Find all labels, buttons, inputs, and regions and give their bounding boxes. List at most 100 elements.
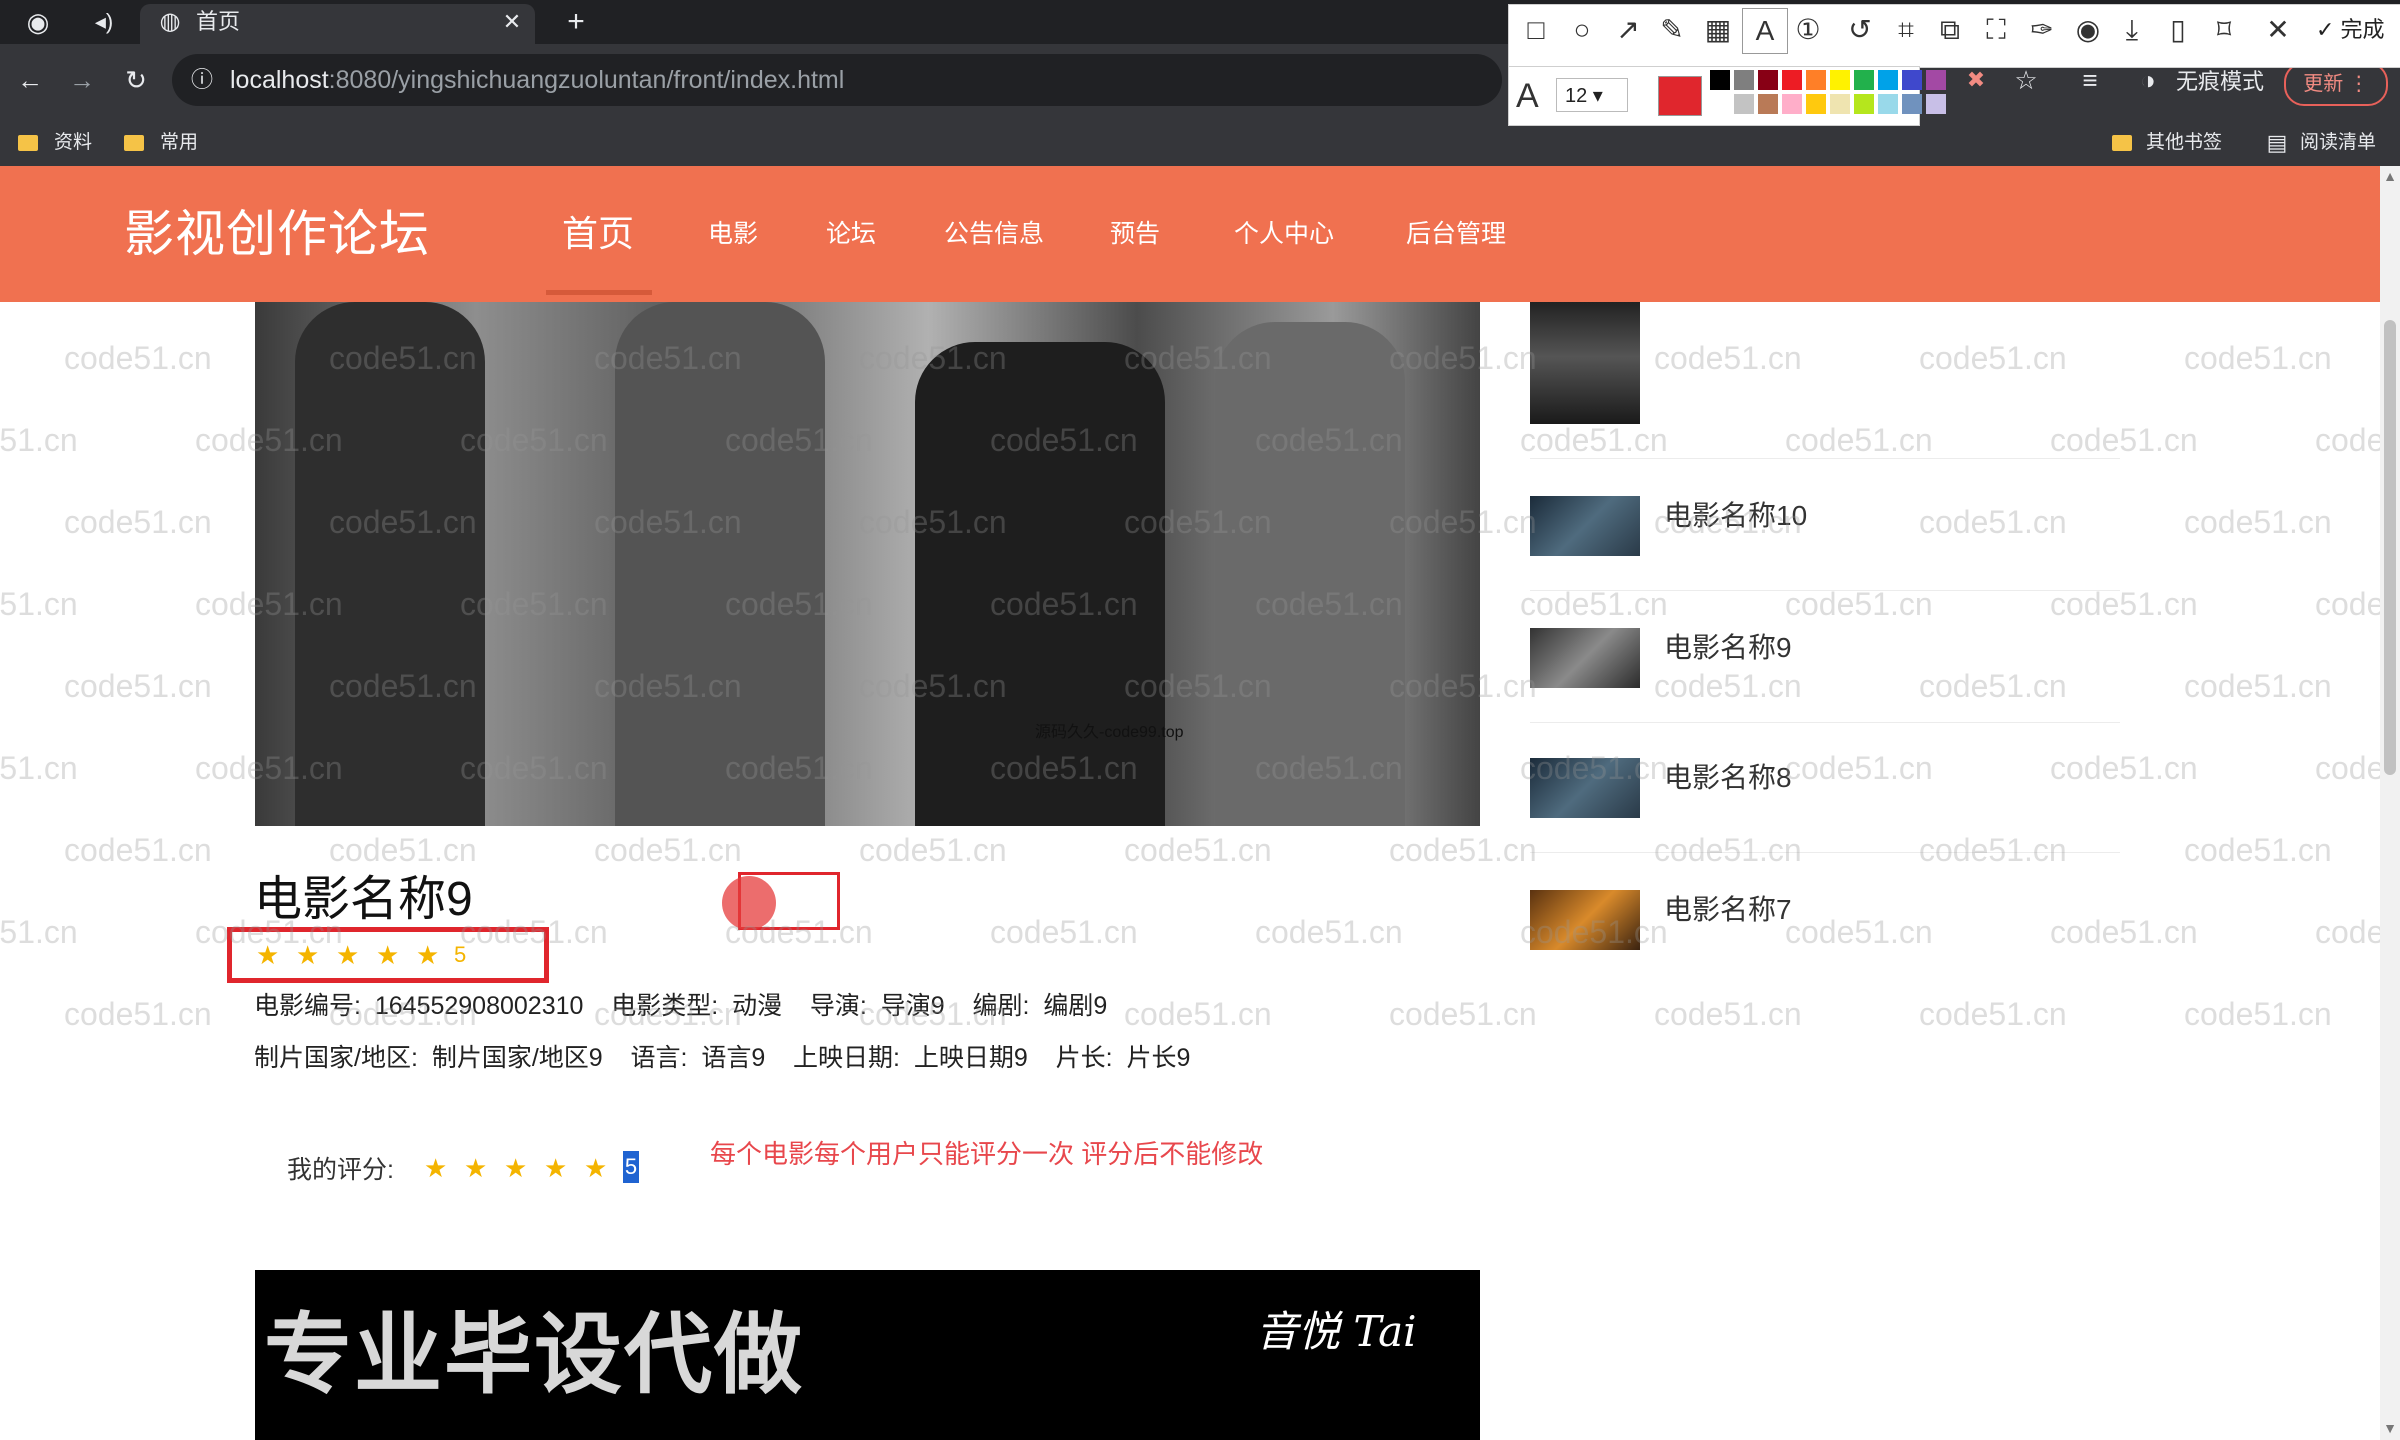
scroll-down-icon[interactable]: ▼ bbox=[2382, 1420, 2398, 1436]
info-icon[interactable]: ⓘ bbox=[184, 58, 220, 102]
sidebar-thumbnail[interactable] bbox=[1530, 302, 1640, 424]
nav-home[interactable]: 首页 bbox=[562, 166, 634, 302]
color-swatch[interactable] bbox=[1710, 94, 1730, 114]
tab-title[interactable]: 首页 bbox=[196, 0, 240, 44]
nav-active-indicator bbox=[546, 290, 652, 295]
color-swatch[interactable] bbox=[1902, 70, 1922, 90]
sidebar-thumbnail[interactable] bbox=[1530, 628, 1640, 688]
audio-icon[interactable]: ◂) bbox=[84, 0, 124, 44]
my-rating-star[interactable]: ★ bbox=[424, 1150, 447, 1186]
color-swatch[interactable] bbox=[1806, 70, 1826, 90]
watermark-text: code51.cn bbox=[64, 504, 212, 540]
scrollbar-thumb[interactable] bbox=[2384, 320, 2396, 775]
my-rating-star[interactable]: ★ bbox=[504, 1150, 527, 1186]
bookmark-icon[interactable]: ⌑ bbox=[2202, 8, 2246, 52]
color-swatch[interactable] bbox=[1734, 94, 1754, 114]
my-rating-star[interactable]: ★ bbox=[544, 1150, 567, 1186]
current-color-swatch[interactable] bbox=[1658, 76, 1702, 116]
rectangle-tool-icon[interactable]: □ bbox=[1514, 8, 1558, 52]
nav-admin[interactable]: 后台管理 bbox=[1406, 166, 1506, 302]
sidebar-item-title[interactable]: 电影名称10 bbox=[1664, 496, 1807, 536]
color-swatch[interactable] bbox=[1710, 70, 1730, 90]
font-size-select[interactable]: 12 ▾ bbox=[1556, 78, 1628, 112]
close-tab-icon[interactable]: ✕ bbox=[494, 0, 530, 44]
sidebar-item-title[interactable]: 电影名称8 bbox=[1664, 758, 1792, 798]
my-rating-star[interactable]: ★ bbox=[464, 1150, 487, 1186]
sidebar-item-title[interactable]: 电影名称9 bbox=[1664, 628, 1792, 668]
cancel-icon[interactable]: ✕ bbox=[2256, 8, 2300, 52]
color-swatch[interactable] bbox=[1926, 70, 1946, 90]
new-tab-icon[interactable]: + bbox=[558, 0, 594, 44]
save-icon[interactable]: ▯ bbox=[2156, 8, 2200, 52]
color-swatch[interactable] bbox=[1806, 94, 1826, 114]
site-logo[interactable]: 影视创作论坛 bbox=[124, 166, 430, 302]
font-icon: A bbox=[1516, 77, 1539, 115]
nav-user-center[interactable]: 个人中心 bbox=[1234, 166, 1334, 302]
pen-tool-icon[interactable]: ✎ bbox=[1650, 8, 1694, 52]
color-swatch[interactable] bbox=[1758, 94, 1778, 114]
forward-icon[interactable]: → bbox=[62, 58, 102, 102]
bookmark-item[interactable]: 常用 bbox=[160, 120, 198, 166]
watermark-text: code51.cn bbox=[329, 832, 477, 868]
sidebar-thumbnail[interactable] bbox=[1530, 758, 1640, 818]
my-rating-label: 我的评分: bbox=[287, 1156, 394, 1184]
record-icon[interactable]: ◉ bbox=[2066, 8, 2110, 52]
rating-notice: 每个电影每个用户只能评分一次 评分后不能修改 bbox=[710, 1139, 1264, 1169]
nav-trailers[interactable]: 预告 bbox=[1110, 166, 1160, 302]
watermark-text: code51.cn bbox=[2050, 422, 2198, 458]
color-swatch[interactable] bbox=[1878, 94, 1898, 114]
color-swatch[interactable] bbox=[1854, 70, 1874, 90]
reading-list[interactable]: 阅读清单 bbox=[2300, 120, 2376, 166]
pin-icon[interactable]: ✑ bbox=[2020, 8, 2064, 52]
watermark-text: code51.cn bbox=[859, 832, 1007, 868]
watermark-text: code51.cn bbox=[1654, 668, 1802, 704]
other-bookmarks[interactable]: 其他书签 bbox=[2146, 120, 2222, 166]
undo-icon[interactable]: ↺ bbox=[1838, 8, 1882, 52]
color-swatch[interactable] bbox=[1830, 94, 1850, 114]
chrome-logo-icon[interactable]: ◉ bbox=[18, 0, 58, 44]
watermark-text: code51.cn bbox=[594, 832, 742, 868]
url-text[interactable]: localhost:8080/yingshichuangzuoluntan/fr… bbox=[230, 54, 844, 106]
color-swatch[interactable] bbox=[1734, 70, 1754, 90]
watermark-text: code51.cn bbox=[1785, 914, 1933, 950]
number-tool-icon[interactable]: ① bbox=[1786, 8, 1830, 52]
sidebar-thumbnail[interactable] bbox=[1530, 890, 1640, 950]
color-swatch[interactable] bbox=[1758, 70, 1778, 90]
color-swatch[interactable] bbox=[1854, 94, 1874, 114]
nav-forum[interactable]: 论坛 bbox=[826, 166, 876, 302]
color-swatch[interactable] bbox=[1782, 70, 1802, 90]
color-swatch[interactable] bbox=[1830, 70, 1850, 90]
rating-star: ★ bbox=[296, 940, 320, 970]
mosaic-tool-icon[interactable]: ▦ bbox=[1696, 8, 1740, 52]
update-button[interactable]: 更新 ⋮ bbox=[2284, 62, 2388, 106]
scroll-up-icon[interactable]: ▲ bbox=[2382, 168, 2398, 184]
watermark-text: code51.cn bbox=[1919, 668, 2067, 704]
reload-icon[interactable]: ↻ bbox=[116, 58, 156, 102]
color-swatch[interactable] bbox=[1902, 94, 1922, 114]
color-swatch[interactable] bbox=[1782, 94, 1802, 114]
color-swatch[interactable] bbox=[1926, 94, 1946, 114]
bookmarks-bar bbox=[0, 120, 2400, 167]
rating-star: ★ bbox=[256, 940, 280, 970]
bookmark-item[interactable]: 资料 bbox=[54, 120, 92, 166]
translate-icon[interactable]: ⧉ bbox=[1928, 8, 1972, 52]
nav-announcements[interactable]: 公告信息 bbox=[944, 166, 1044, 302]
reading-list-icon[interactable]: ▤ bbox=[2262, 120, 2292, 166]
watermark-text: code51.cn bbox=[1785, 422, 1933, 458]
watermark-text: code51.cn bbox=[64, 668, 212, 704]
download-icon[interactable]: ⤓ bbox=[2110, 8, 2154, 52]
sidebar-item-title[interactable]: 电影名称7 bbox=[1664, 890, 1792, 930]
done-button[interactable]: ✓ 完成 bbox=[2316, 12, 2385, 48]
crop-icon[interactable]: ⌗ bbox=[1884, 8, 1928, 52]
text-tool-icon[interactable]: A bbox=[1742, 8, 1788, 54]
folder-icon bbox=[2112, 135, 2132, 151]
arrow-tool-icon[interactable]: ↗ bbox=[1606, 8, 1650, 52]
sidebar-thumbnail[interactable] bbox=[1530, 496, 1640, 556]
watermark-text: code51.cn bbox=[2184, 996, 2332, 1032]
ellipse-tool-icon[interactable]: ○ bbox=[1560, 8, 1604, 52]
color-swatch[interactable] bbox=[1878, 70, 1898, 90]
back-icon[interactable]: ← bbox=[10, 58, 50, 102]
my-rating-star[interactable]: ★ bbox=[584, 1150, 607, 1186]
nav-movies[interactable]: 电影 bbox=[708, 166, 758, 302]
scan-icon[interactable]: ⛶ bbox=[1974, 8, 2018, 52]
